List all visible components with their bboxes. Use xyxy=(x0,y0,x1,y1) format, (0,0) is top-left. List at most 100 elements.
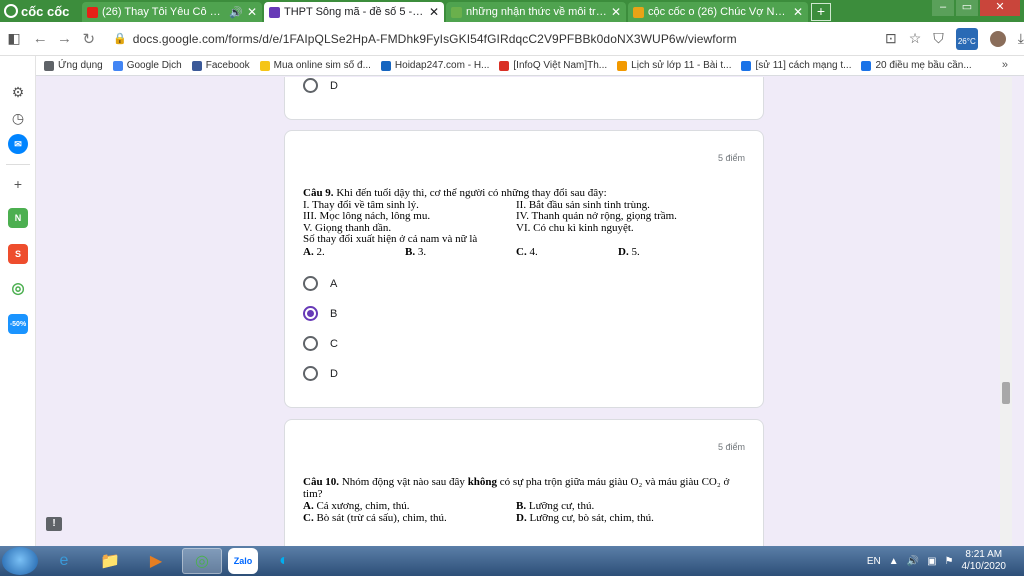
language-indicator[interactable]: EN xyxy=(867,556,881,567)
coccoc-logo[interactable]: cốc cốc xyxy=(0,0,80,22)
option-d[interactable]: D xyxy=(303,78,338,93)
bookmark-label: Ứng dụng xyxy=(58,60,103,71)
weather-widget[interactable]: 26°C xyxy=(955,27,978,50)
scrollbar[interactable] xyxy=(1000,77,1012,546)
bookmark-item[interactable]: Hoidap247.com - H... xyxy=(380,60,490,71)
translate-icon[interactable]: ⊡ xyxy=(885,30,897,47)
shopee-icon[interactable]: S xyxy=(8,244,28,264)
taskbar-internet-explorer[interactable]: e xyxy=(44,548,84,574)
answer-c: C. Bò sát (trừ cá sấu), chim, thú. xyxy=(303,511,447,524)
forward-button[interactable]: → xyxy=(52,30,76,47)
radio-button[interactable] xyxy=(303,366,318,381)
option-b[interactable]: B xyxy=(303,306,337,321)
bookmark-label: Mua online sim số đ... xyxy=(273,60,371,71)
report-feedback-icon[interactable]: ! xyxy=(46,517,62,531)
new-tab-button[interactable]: + xyxy=(811,3,831,21)
browser-tab[interactable]: THPT Sông mã - đề số 5 - sin ✕ xyxy=(264,2,444,22)
sidebar-toggle-icon[interactable]: ◧ xyxy=(0,30,28,47)
question-text: Câu 10. Nhóm động vật nào sau đây không … xyxy=(303,476,730,524)
radio-button[interactable] xyxy=(303,306,318,321)
clock[interactable]: 8:21 AM 4/10/2020 xyxy=(962,549,1007,573)
bookmark-item[interactable]: [sử 11] cách mạng t... xyxy=(741,60,851,71)
question-stem: Khi đến tuổi dậy thì, cơ thể người có nh… xyxy=(333,187,607,199)
question-prompt: Số thay đổi xuất hiện ở cả nam và nữ là xyxy=(303,233,478,246)
n-app-icon[interactable]: N xyxy=(8,208,28,228)
address-bar: ◧ ← → ↻ 🔒 docs.google.com/forms/d/e/1FAI… xyxy=(0,22,1024,56)
tab-close-icon[interactable]: ✕ xyxy=(429,6,439,18)
coccoc-browser-icon: ◎ xyxy=(195,553,209,570)
tab-audio-icon[interactable]: 🔊 xyxy=(229,6,243,19)
taskbar-coccoc-browser[interactable]: ◎ xyxy=(182,548,222,574)
file-explorer-icon: 📁 xyxy=(100,553,120,570)
question-number: Câu 10. xyxy=(303,476,340,488)
history-icon[interactable]: ◷ xyxy=(8,108,28,128)
taskbar-zalo[interactable]: Zalo xyxy=(228,548,258,574)
bookmark-label: Hoidap247.com - H... xyxy=(394,60,490,71)
radio-button[interactable] xyxy=(303,276,318,291)
left-sidebar: ⚙ ◷ ✉ + N S ◎ -50% xyxy=(0,56,36,546)
bookmark-star-icon[interactable]: ☆ xyxy=(909,30,922,47)
media-player-icon: ▶ xyxy=(149,553,163,570)
option-d[interactable]: D xyxy=(303,366,338,381)
tab-close-icon[interactable]: ✕ xyxy=(793,6,803,18)
taskbar-media-player[interactable]: ▶ xyxy=(136,548,176,574)
url-field[interactable]: 🔒 docs.google.com/forms/d/e/1FAIpQLSe2Hp… xyxy=(107,26,877,52)
action-center-icon[interactable]: ⚑ xyxy=(945,556,954,567)
bookmarks-more-button[interactable]: » xyxy=(1002,59,1008,71)
radio-button[interactable] xyxy=(303,336,318,351)
bookmark-item[interactable]: Mua online sim số đ... xyxy=(259,60,371,71)
answer-d: D. Lưỡng cư, bò sát, chim, thú. xyxy=(516,511,654,524)
close-window-button[interactable]: ✕ xyxy=(980,0,1020,16)
maximize-button[interactable]: ▭ xyxy=(956,0,978,16)
browser-tab[interactable]: (26) Thay Tôi Yêu Cô Ấy (🔊 ✕ xyxy=(82,2,262,22)
internet-explorer-icon: e xyxy=(59,552,69,569)
taskbar-file-explorer[interactable]: 📁 xyxy=(90,548,130,574)
option-label: A xyxy=(330,277,338,290)
minimize-button[interactable]: – xyxy=(932,0,954,16)
tray-up-arrow-icon[interactable]: ▲ xyxy=(889,556,899,567)
bookmark-label: Facebook xyxy=(205,60,250,71)
tab-title: những nhận thức về môi trườ xyxy=(466,6,607,18)
tiki-icon[interactable]: -50% xyxy=(8,314,28,334)
avatar[interactable] xyxy=(989,30,1006,47)
back-button[interactable]: ← xyxy=(28,30,52,47)
tab-close-icon[interactable]: ✕ xyxy=(247,6,257,18)
tab-close-icon[interactable]: ✕ xyxy=(611,6,621,18)
bookmark-item[interactable]: 20 điều mẹ bầu cần... xyxy=(861,60,972,71)
bookmark-item[interactable]: Google Dịch xyxy=(112,60,182,71)
option-a[interactable]: A xyxy=(303,276,337,291)
zalo-icon: Zalo xyxy=(233,556,253,566)
messenger-icon[interactable]: ✉ xyxy=(8,134,28,154)
browser-tab[interactable]: những nhận thức về môi trườ ✕ xyxy=(446,2,626,22)
network-icon[interactable]: ▣ xyxy=(927,556,936,567)
tab-favicon-icon xyxy=(87,6,98,18)
browser-tab[interactable]: cộc cốc o (26) Chúc Vợ Ngủ N ✕ xyxy=(628,2,808,22)
download-icon[interactable]: ⤓ xyxy=(1018,30,1024,47)
option-c[interactable]: C xyxy=(303,336,338,351)
answer-d: D. 5. xyxy=(618,245,640,258)
points-label: 5 điểm xyxy=(717,442,745,452)
shield-icon[interactable]: ⛉ xyxy=(933,30,944,47)
volume-icon[interactable]: 🔊 xyxy=(907,556,919,567)
form-page: D 5 điểm Câu 9. Khi đến tuổi dậy thì, cơ… xyxy=(36,77,1012,546)
lock-icon: 🔒 xyxy=(113,33,127,45)
tab-favicon-icon xyxy=(269,6,280,18)
bookmark-label: Lịch sử lớp 11 - Bài t... xyxy=(631,60,732,71)
radio-button[interactable] xyxy=(303,78,318,93)
coccoc-ext-icon[interactable]: ◎ xyxy=(8,278,28,298)
clock-time: 8:21 AM xyxy=(965,549,1003,560)
taskbar-skype[interactable]: ◐ xyxy=(264,548,304,574)
scrollbar-thumb[interactable] xyxy=(1002,382,1010,404)
tab-title: (26) Thay Tôi Yêu Cô Ấy ( xyxy=(102,6,226,18)
emphasis-not: không xyxy=(467,476,498,488)
bookmark-item[interactable]: Facebook xyxy=(191,60,250,71)
bookmark-item[interactable]: Lịch sử lớp 11 - Bài t... xyxy=(617,60,731,71)
bookmark-item[interactable]: [InfoQ Việt Nam]Th... xyxy=(499,60,607,71)
skype-icon: ◐ xyxy=(279,552,289,569)
bookmark-item[interactable]: Ứng dụng xyxy=(44,60,103,71)
reload-button[interactable]: ↻ xyxy=(77,30,101,48)
add-sidebar-app-icon[interactable]: + xyxy=(8,174,28,194)
start-button[interactable] xyxy=(2,547,38,575)
settings-gear-icon[interactable]: ⚙ xyxy=(8,82,28,102)
option-label: B xyxy=(330,307,338,320)
